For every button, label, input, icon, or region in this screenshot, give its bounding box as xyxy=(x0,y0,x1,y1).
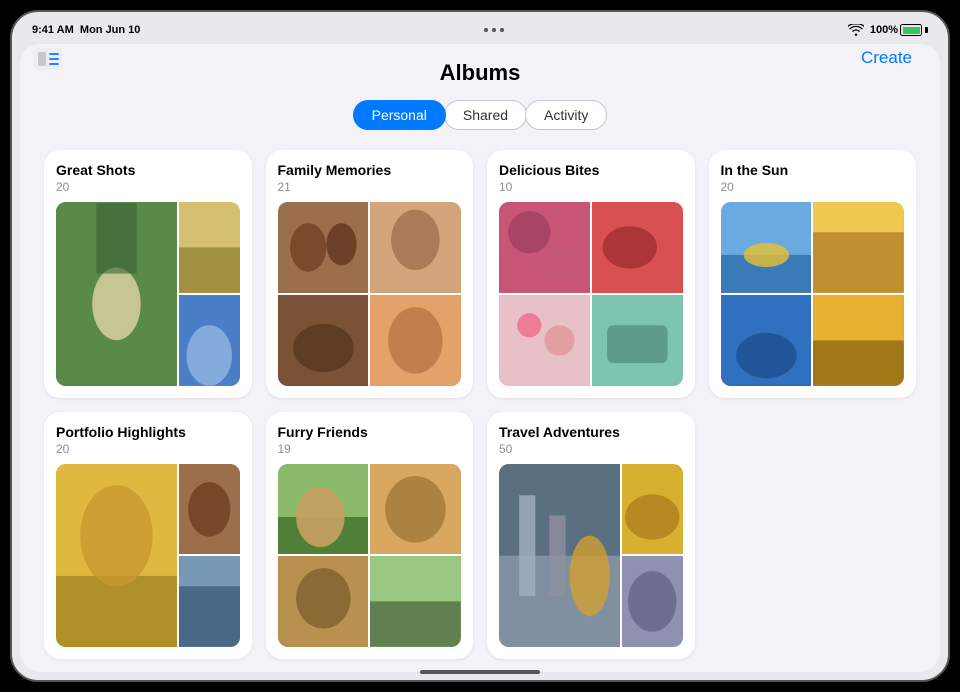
main-content: Albums Personal Shared Activity Great Sh… xyxy=(20,44,940,672)
album-count: 19 xyxy=(278,442,462,456)
tab-bar: Personal Shared Activity xyxy=(40,100,920,130)
status-right: 100% xyxy=(848,24,928,36)
album-count: 20 xyxy=(56,180,240,194)
album-thumbnail xyxy=(278,464,462,648)
album-thumbnail xyxy=(499,464,683,648)
album-thumbnail xyxy=(499,202,683,386)
ipad-frame: 9:41 AM Mon Jun 10 100% xyxy=(10,10,950,682)
album-card-family-memories[interactable]: Family Memories 21 xyxy=(266,150,474,398)
tab-personal[interactable]: Personal xyxy=(353,100,446,130)
albums-grid: Great Shots 20 xyxy=(40,150,920,659)
home-indicator xyxy=(420,670,540,674)
status-center-dots xyxy=(484,28,504,32)
album-card-portfolio-highlights[interactable]: Portfolio Highlights 20 xyxy=(44,412,252,660)
status-time: 9:41 AM Mon Jun 10 xyxy=(32,24,140,36)
album-card-great-shots[interactable]: Great Shots 20 xyxy=(44,150,252,398)
album-thumbnail xyxy=(721,202,905,386)
album-title: Delicious Bites xyxy=(499,162,683,178)
page-title: Albums xyxy=(40,60,920,86)
album-title: Family Memories xyxy=(278,162,462,178)
album-count: 20 xyxy=(721,180,905,194)
album-card-delicious-bites[interactable]: Delicious Bites 10 xyxy=(487,150,695,398)
album-card-furry-friends[interactable]: Furry Friends 19 xyxy=(266,412,474,660)
album-thumbnail xyxy=(56,464,240,648)
album-title: Great Shots xyxy=(56,162,240,178)
album-count: 10 xyxy=(499,180,683,194)
album-title: In the Sun xyxy=(721,162,905,178)
album-thumbnail xyxy=(278,202,462,386)
create-button[interactable]: Create xyxy=(861,48,912,68)
album-card-in-the-sun[interactable]: In the Sun 20 xyxy=(709,150,917,398)
wifi-icon xyxy=(848,24,864,36)
sidebar-toggle-button[interactable] xyxy=(34,48,62,70)
album-count: 50 xyxy=(499,442,683,456)
album-thumbnail xyxy=(56,202,240,386)
status-bar: 9:41 AM Mon Jun 10 100% xyxy=(12,12,948,44)
album-count: 21 xyxy=(278,180,462,194)
album-title: Portfolio Highlights xyxy=(56,424,240,440)
album-title: Travel Adventures xyxy=(499,424,683,440)
tab-activity[interactable]: Activity xyxy=(525,100,607,130)
album-title: Furry Friends xyxy=(278,424,462,440)
battery-indicator: 100% xyxy=(870,24,928,36)
album-card-travel-adventures[interactable]: Travel Adventures 50 xyxy=(487,412,695,660)
tab-shared[interactable]: Shared xyxy=(444,100,527,130)
album-count: 20 xyxy=(56,442,240,456)
